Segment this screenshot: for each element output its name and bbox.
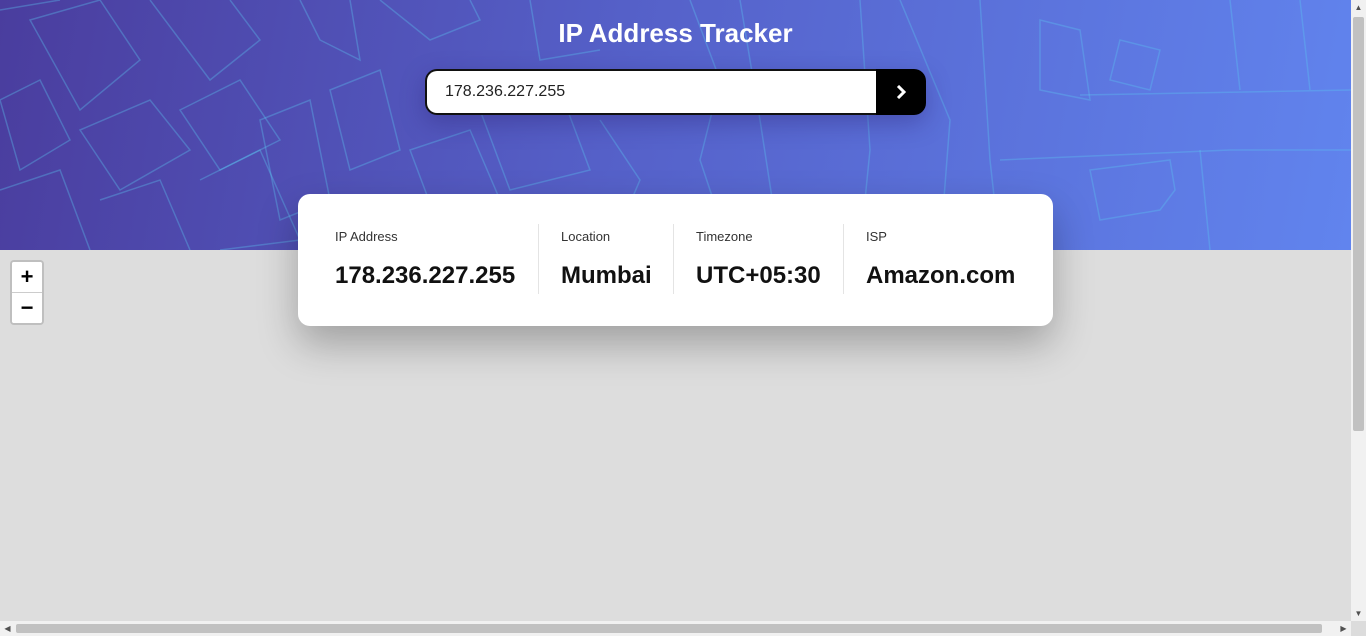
horizontal-scroll-thumb[interactable] [16, 624, 1322, 633]
stat-label: Timezone [696, 229, 753, 244]
stat-value: Amazon.com [866, 262, 1016, 289]
page-title: IP Address Tracker [558, 18, 793, 48]
page: IP Address Tracker + − IP Address 178.23… [0, 0, 1366, 636]
map-zoom-control: + − [10, 260, 44, 325]
search-bar [425, 69, 926, 115]
ip-search-input[interactable] [425, 69, 876, 115]
scroll-down-arrow-icon[interactable]: ▼ [1351, 606, 1366, 621]
divider [673, 224, 674, 294]
divider [538, 224, 539, 294]
scroll-left-arrow-icon[interactable]: ◀ [0, 621, 15, 636]
search-submit-button[interactable] [876, 69, 926, 115]
scroll-up-arrow-icon[interactable]: ▲ [1351, 0, 1366, 15]
stat-label: Location [561, 229, 611, 244]
stat-value: Mumbai [561, 262, 652, 289]
ip-info-card: IP Address 178.236.227.255 Location Mumb… [298, 194, 1053, 326]
vertical-scrollbar[interactable]: ▲ ▼ [1351, 0, 1366, 622]
zoom-in-button[interactable]: + [12, 262, 42, 293]
stat-value: UTC+05:30 [696, 262, 821, 289]
vertical-scroll-thumb[interactable] [1353, 17, 1364, 431]
horizontal-scrollbar[interactable]: ◀ ▶ [0, 621, 1351, 636]
scroll-right-arrow-icon[interactable]: ▶ [1336, 621, 1351, 636]
stat-value: 178.236.227.255 [335, 262, 516, 289]
scrollbar-corner [1351, 621, 1366, 636]
divider [843, 224, 844, 294]
zoom-out-button[interactable]: − [12, 293, 42, 323]
stat-label: IP Address [335, 229, 398, 244]
chevron-right-icon [896, 85, 906, 99]
stat-label: ISP [866, 229, 887, 244]
